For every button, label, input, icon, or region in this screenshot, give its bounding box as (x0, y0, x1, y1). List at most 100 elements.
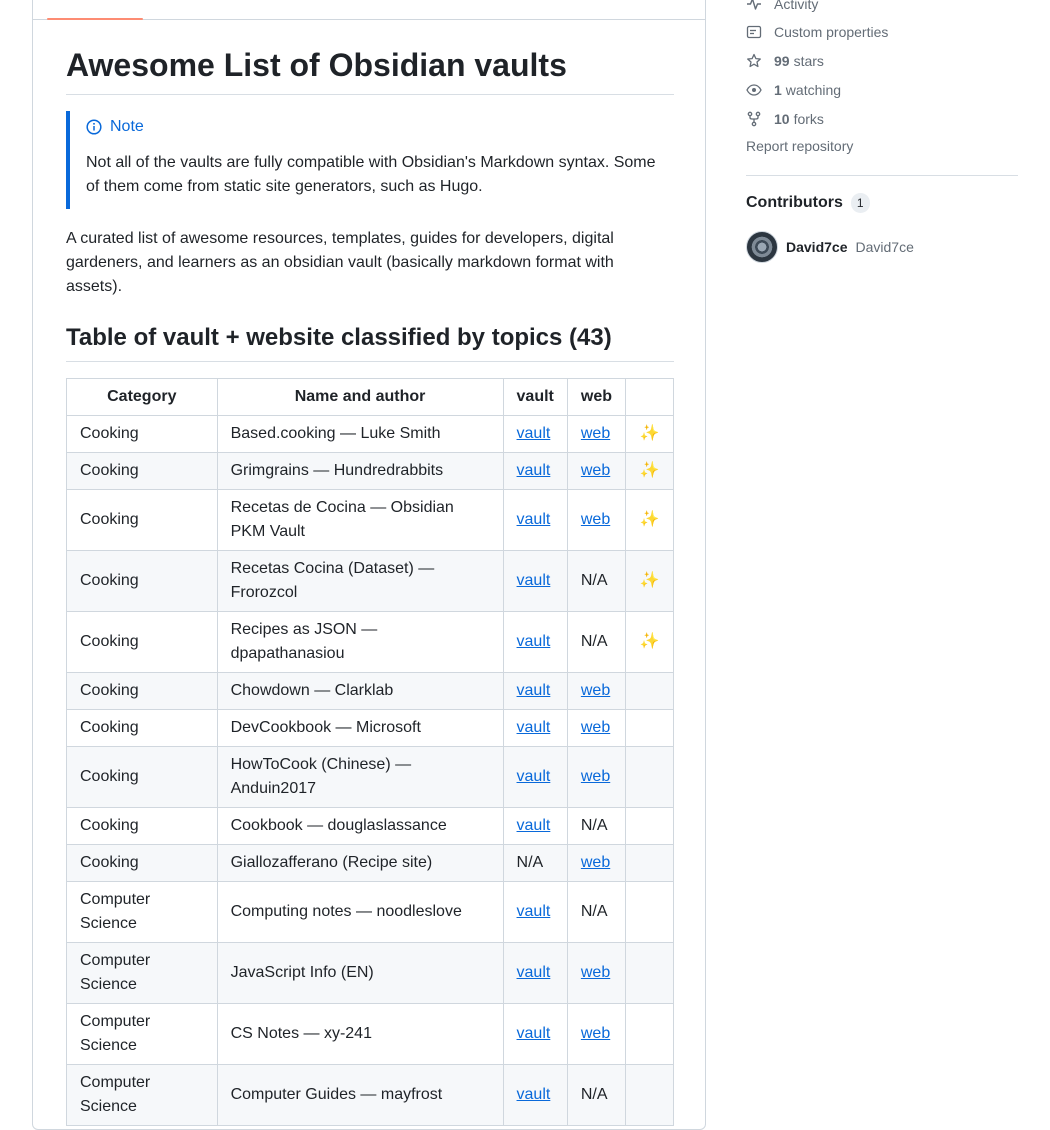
cell-vault-text: N/A (516, 854, 544, 871)
custom-properties-link[interactable]: Custom properties (746, 22, 888, 42)
cell-web-text: N/A (580, 633, 608, 650)
cell-name-text: HowToCook (Chinese) — Anduin2017 (230, 756, 412, 797)
cell-web: web (566, 489, 627, 551)
cell-vault-link[interactable]: vault (517, 1086, 551, 1103)
cell-web: web (566, 452, 627, 490)
cell-vault-link[interactable]: vault (517, 572, 551, 589)
cell-category-text: Cooking (80, 462, 139, 479)
cell-vault: vault (502, 881, 568, 943)
table-row: Computer Science JavaScript Info (EN) vaul… (66, 942, 674, 1004)
cell-star (625, 709, 674, 747)
cell-vault-link[interactable]: vault (517, 511, 551, 528)
cell-name-text: Chowdown — Clarklab (230, 682, 394, 699)
cell-name-text: Grimgrains — Hundredrabbits (230, 462, 444, 479)
cell-web-link[interactable]: web (581, 511, 610, 528)
activity-link[interactable]: Activity (746, 0, 818, 14)
cell-vault-link[interactable]: vault (517, 682, 551, 699)
cell-name-text: Recetas de Cocina — Obsidian PKM Vault (230, 499, 454, 540)
forks-link[interactable]: 10 forks (746, 109, 824, 129)
intro-paragraph: A curated list of awesome resources, tem… (66, 230, 614, 295)
watching-link[interactable]: 1 watching (746, 80, 841, 100)
table-row: Cooking Recetas Cocina (Dataset) — Froroz… (66, 550, 674, 612)
cell-category-text: Computer Science (80, 1013, 151, 1054)
cell-web: web (566, 672, 627, 710)
cell-vault: vault (502, 942, 568, 1004)
cell-name: Grimgrains — Hundredrabbits (216, 452, 504, 490)
contributor-name[interactable]: David7ce (786, 239, 847, 255)
readme-article: Awesome List of Obsidian vaults Note Not… (66, 31, 674, 1126)
cell-name-text: DevCookbook — Microsoft (230, 719, 421, 736)
cell-vault-link[interactable]: vault (517, 425, 551, 442)
cell-web-link[interactable]: web (581, 462, 610, 479)
cell-star: ✨ (625, 452, 674, 490)
cell-name-text: Recetas Cocina (Dataset) — Frorozcol (230, 560, 435, 601)
cell-vault: vault (502, 452, 568, 490)
cell-vault-link[interactable]: vault (517, 462, 551, 479)
contributor-item[interactable]: David7ce David7ce (746, 231, 914, 263)
report-repository-link[interactable]: Report repository (746, 138, 853, 154)
cell-vault-link[interactable]: vault (517, 768, 551, 785)
cell-web-link[interactable]: web (581, 854, 610, 871)
cell-web-link[interactable]: web (581, 719, 610, 736)
cell-vault-link[interactable]: vault (517, 817, 551, 834)
cell-name-text: Recipes as JSON — dpapathanasiou (230, 621, 378, 662)
table-row: Computer Science Computing notes — noodle… (66, 881, 674, 943)
cell-category-text: Computer Science (80, 1074, 151, 1115)
cell-vault: vault (502, 1064, 568, 1126)
cell-category: Cooking (66, 611, 218, 673)
forks-label: forks (793, 111, 824, 127)
cell-web-link[interactable]: web (581, 1025, 610, 1042)
cell-vault: vault (502, 415, 568, 453)
cell-name: Based.cooking — Luke Smith (216, 415, 504, 453)
cell-category: Cooking (66, 709, 218, 747)
cell-name-text: Cookbook — douglaslassance (230, 817, 447, 834)
cell-star-text: ✨ (639, 633, 660, 650)
cell-web-link[interactable]: web (581, 682, 610, 699)
cell-vault-link[interactable]: vault (517, 633, 551, 650)
note-text: Not all of the vaults are fully compatib… (86, 154, 656, 195)
contributors-heading[interactable]: Contributors 1 (746, 193, 870, 213)
cell-name-text: Based.cooking — Luke Smith (230, 425, 441, 442)
cell-star: ✨ (625, 489, 674, 551)
cell-category-text: Cooking (80, 854, 139, 871)
cell-web-link[interactable]: web (581, 425, 610, 442)
stars-label: stars (793, 53, 824, 69)
cell-web-link[interactable]: web (581, 964, 610, 981)
table-row: Computer Science Computer Guides — mayfro… (66, 1064, 674, 1126)
cell-category-text: Cooking (80, 719, 139, 736)
cell-star: ✨ (625, 611, 674, 673)
cell-category-text: Cooking (80, 511, 139, 528)
cell-vault-link[interactable]: vault (517, 719, 551, 736)
cell-category: Cooking (66, 452, 218, 490)
cell-category-text: Computer Science (80, 952, 151, 993)
readme-header (33, 0, 705, 20)
cell-vault-link[interactable]: vault (517, 1025, 551, 1042)
watching-count: 1 (774, 82, 782, 98)
cell-name: Giallozafferano (Recipe site) (216, 844, 504, 882)
cell-web-link[interactable]: web (581, 768, 610, 785)
star-icon (747, 53, 761, 68)
cell-vault-link[interactable]: vault (517, 964, 551, 981)
cell-star (625, 844, 674, 882)
cell-web: N/A (566, 881, 627, 943)
cell-category-text: Cooking (80, 633, 139, 650)
table-row: Cooking Recetas de Cocina — Obsidian PKM … (66, 489, 674, 551)
eye-icon (746, 84, 762, 96)
stars-link[interactable]: 99 stars (746, 51, 824, 71)
vaults-table: Category Name and author vault web Cooki… (66, 378, 674, 1126)
cell-web: web (566, 942, 627, 1004)
cell-vault-link[interactable]: vault (517, 903, 551, 920)
cell-vault: vault (502, 611, 568, 673)
cell-web: web (566, 1003, 627, 1065)
cell-name-text: Giallozafferano (Recipe site) (230, 854, 433, 871)
avatar[interactable] (746, 231, 778, 263)
cell-name-text: Computing notes — noodleslove (230, 903, 462, 920)
table-row: Cooking Cookbook — douglaslassance vault N/… (66, 807, 674, 845)
cell-web: web (566, 709, 627, 747)
cell-category-text: Cooking (80, 425, 139, 442)
cell-star-text: ✨ (639, 511, 660, 528)
cell-star (625, 1064, 674, 1126)
cell-name: Recetas de Cocina — Obsidian PKM Vault (216, 489, 504, 551)
header-name: Name and author (216, 378, 504, 416)
note-icon (746, 25, 762, 39)
